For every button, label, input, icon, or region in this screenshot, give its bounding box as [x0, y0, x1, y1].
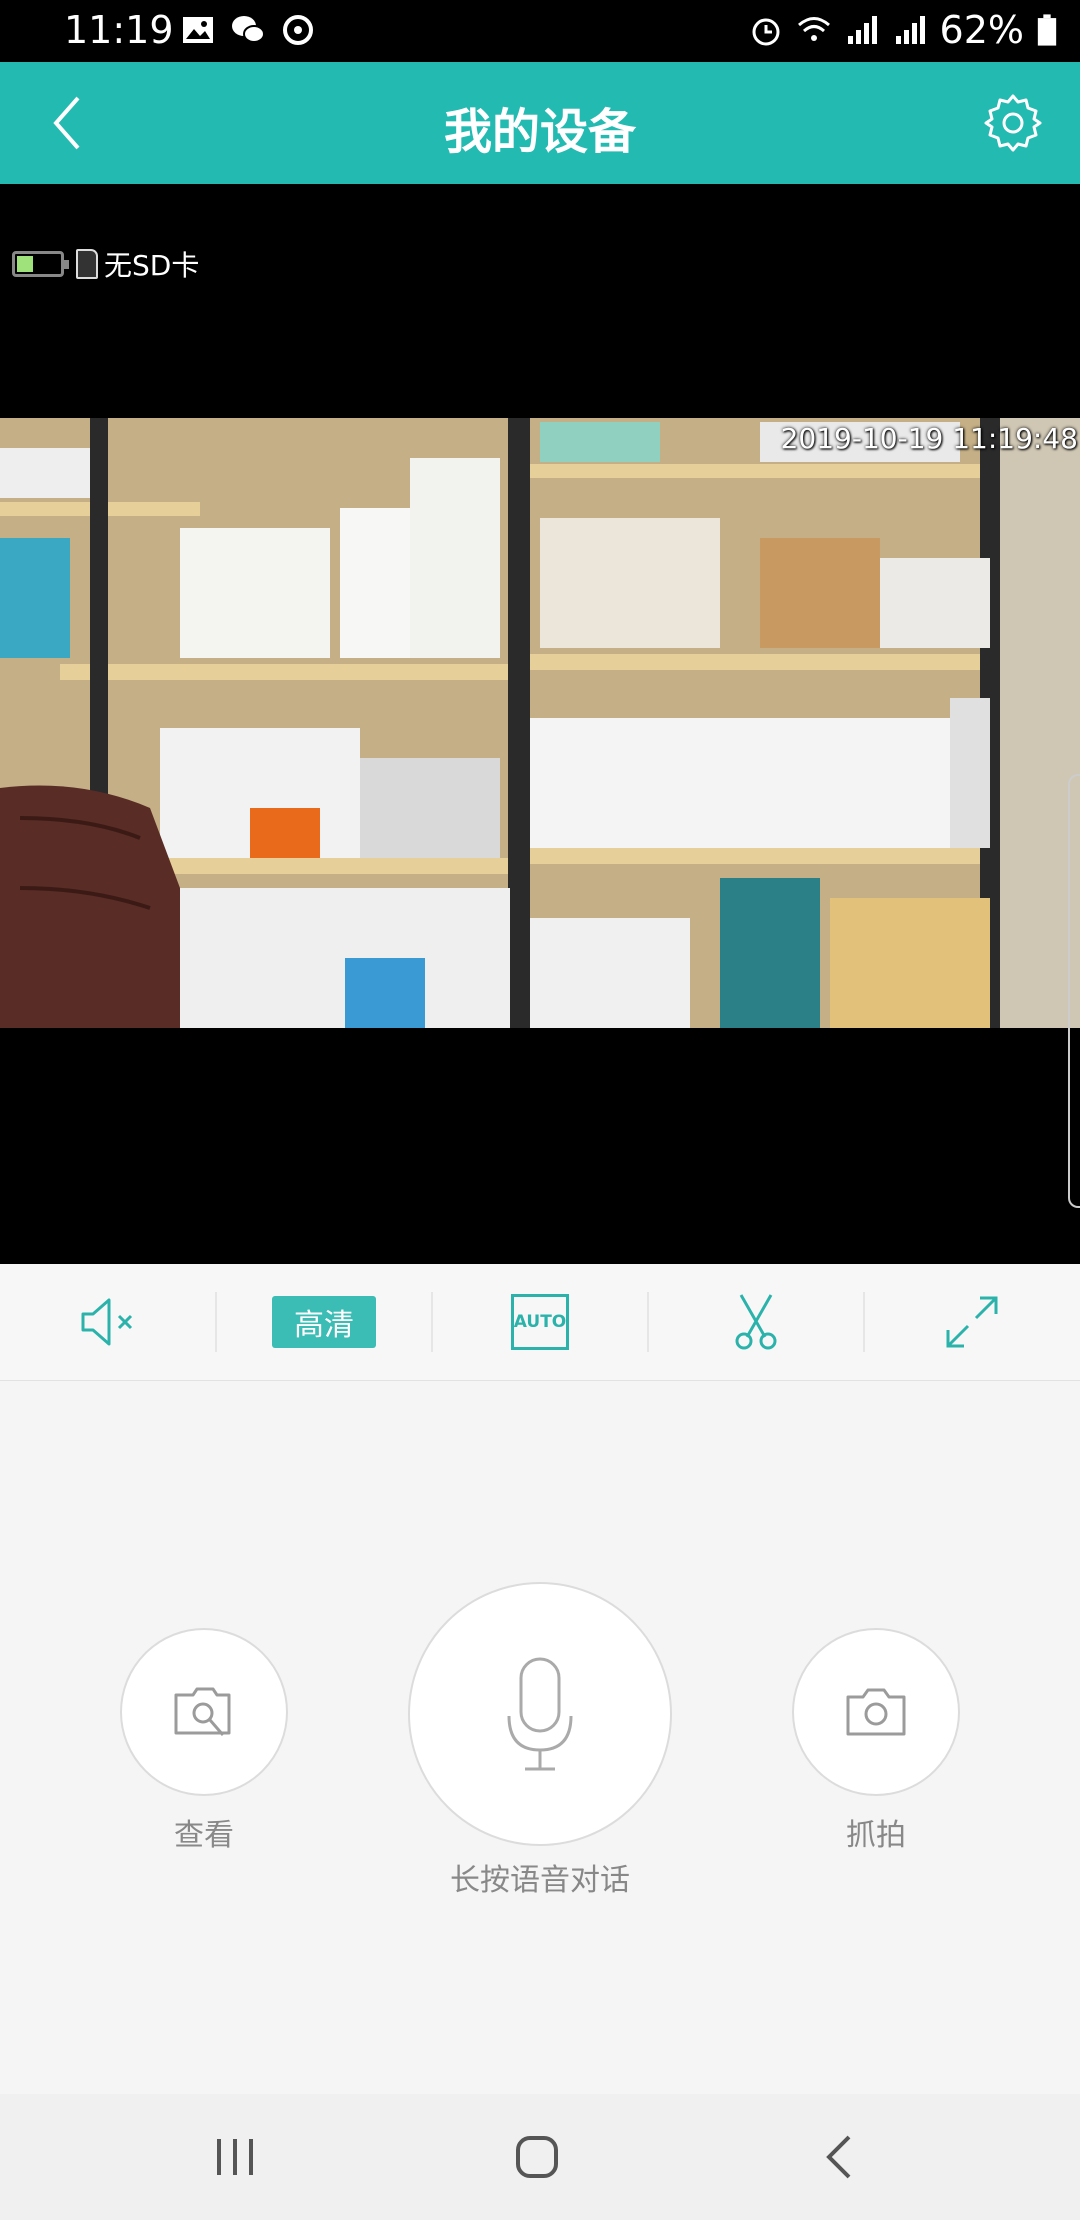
auto-button[interactable]: AUTO — [432, 1264, 648, 1380]
camera-battery-icon — [12, 251, 69, 277]
view-button[interactable] — [120, 1628, 288, 1796]
wifi-icon — [797, 17, 830, 41]
talk-label: 长按语音对话 — [450, 1863, 630, 1898]
status-time: 11:19 — [64, 8, 174, 52]
battery-percent: 62% — [939, 8, 1024, 52]
home-icon — [516, 2136, 558, 2178]
video-timestamp: 2019-10-19 11:19:48 — [780, 422, 1078, 455]
talk-button[interactable] — [408, 1582, 672, 1846]
page-title: 我的设备 — [443, 104, 636, 160]
snapshot-label: 抓拍 — [846, 1818, 906, 1853]
signal-icon — [895, 16, 925, 44]
back-icon — [826, 2135, 851, 2179]
home-button[interactable] — [502, 2124, 572, 2190]
alarm-icon — [752, 18, 780, 46]
status-bar: 11:19 62% — [0, 0, 1080, 62]
gallery-icon — [183, 17, 213, 43]
photo-search-icon — [174, 1687, 231, 1736]
battery-icon — [1037, 14, 1057, 46]
recents-button[interactable] — [200, 2124, 270, 2190]
fullscreen-button[interactable] — [864, 1264, 1080, 1380]
app-header: 我的设备 — [0, 62, 1080, 184]
camera-feed[interactable]: 2019-10-19 11:19:48 — [0, 418, 1080, 1028]
view-label: 查看 — [174, 1818, 234, 1853]
sd-status-label: 无SD卡 — [104, 249, 200, 282]
speaker-muted-icon — [81, 1298, 133, 1346]
clip-button[interactable] — [648, 1264, 864, 1380]
camera-icon — [846, 1688, 906, 1736]
sd-status: 无SD卡 — [12, 244, 199, 284]
wechat-icon — [232, 16, 265, 43]
quality-button[interactable]: 高清 — [216, 1264, 432, 1380]
scissors-icon — [735, 1294, 777, 1350]
sd-card-icon — [76, 249, 98, 279]
gear-icon[interactable] — [982, 92, 1044, 154]
quality-label: 高清 — [272, 1296, 376, 1348]
microphone-icon — [507, 1657, 573, 1771]
auto-label: AUTO — [511, 1294, 569, 1350]
snapshot-button[interactable] — [792, 1628, 960, 1796]
camera-feed-image — [0, 418, 1080, 1028]
back-button[interactable] — [804, 2124, 874, 2190]
system-nav-bar — [0, 2094, 1080, 2220]
control-bar: 高清 AUTO — [0, 1264, 1080, 1381]
expand-icon — [946, 1296, 998, 1348]
sync-icon — [283, 15, 313, 45]
edge-panel-handle[interactable] — [1068, 774, 1080, 1208]
mute-button[interactable] — [0, 1264, 216, 1380]
video-area[interactable]: 无SD卡 2019-10-19 11:19:48 — [0, 184, 1080, 1264]
recents-icon — [217, 2139, 253, 2175]
signal-icon — [847, 16, 877, 44]
